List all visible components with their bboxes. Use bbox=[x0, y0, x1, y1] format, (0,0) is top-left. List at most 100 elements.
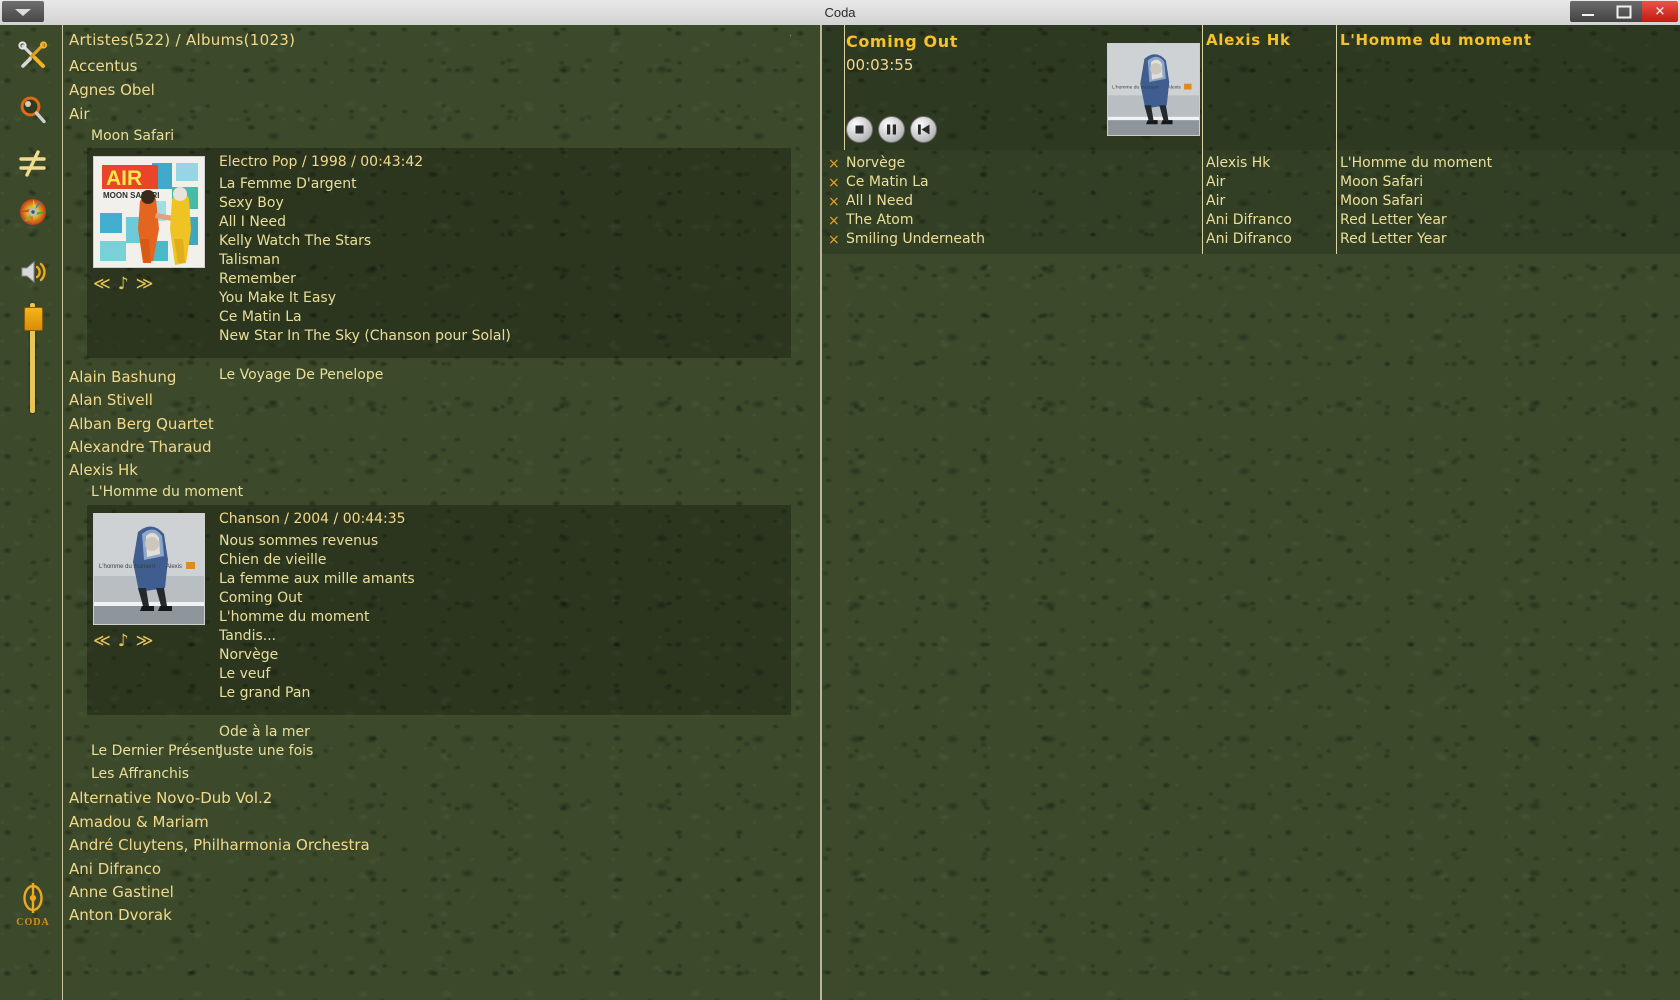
playlist-album-cell[interactable]: Red Letter Year bbox=[1340, 231, 1447, 247]
track-item[interactable]: Nous sommes revenus bbox=[219, 533, 378, 549]
window-titlebar: Coda ✕ bbox=[0, 0, 1680, 26]
minimize-button[interactable] bbox=[1570, 1, 1606, 22]
album-nav-controls[interactable]: ≪♪≫ bbox=[93, 631, 160, 651]
track-item[interactable]: Le veuf bbox=[219, 666, 270, 682]
track-item[interactable]: Kelly Watch The Stars bbox=[219, 233, 371, 249]
track-item[interactable]: L'homme du moment bbox=[219, 609, 369, 625]
playlist-album-cell[interactable]: L'Homme du moment bbox=[1340, 155, 1492, 171]
artist-row[interactable]: Alain Bashung bbox=[69, 368, 176, 386]
playlist-track-cell[interactable]: Ce Matin La bbox=[846, 174, 929, 190]
playlist-column-header-album[interactable]: L'Homme du moment bbox=[1340, 31, 1532, 49]
track-item[interactable]: Coming Out bbox=[219, 590, 302, 606]
playlist-track-cell[interactable]: The Atom bbox=[846, 212, 914, 228]
artist-row[interactable]: Alternative Novo-Dub Vol.2 bbox=[69, 789, 272, 807]
artist-row[interactable]: Anne Gastinel bbox=[69, 883, 174, 901]
now-playing-time: 00:03:55 bbox=[846, 56, 914, 74]
track-item[interactable]: Le grand Pan bbox=[219, 685, 310, 701]
track-item[interactable]: New Star In The Sky (Chanson pour Solal) bbox=[219, 328, 511, 344]
artist-row[interactable]: Amadou & Mariam bbox=[69, 813, 209, 831]
track-item[interactable]: Le Voyage De Penelope bbox=[219, 367, 383, 383]
playlist-track-cell[interactable]: Norvège bbox=[846, 155, 905, 171]
album-detail-panel: AIR MOON SAFARI ≪♪≫ Electro Pop / 1998 /… bbox=[87, 148, 791, 358]
album-play-icon[interactable]: ♪ bbox=[118, 274, 136, 294]
artist-row[interactable]: Agnes Obel bbox=[69, 81, 155, 99]
artist-row[interactable]: Alan Stivell bbox=[69, 391, 153, 409]
track-item[interactable]: Juste une fois bbox=[219, 743, 313, 759]
artist-row[interactable]: Air bbox=[69, 105, 90, 123]
svg-text:L'homme du moment: L'homme du moment bbox=[1112, 85, 1159, 91]
track-item[interactable]: Remember bbox=[219, 271, 296, 287]
svg-text:AIR: AIR bbox=[106, 167, 142, 190]
album-next-icon[interactable]: ≫ bbox=[136, 274, 161, 294]
playlist-artist-cell[interactable]: Ani Difranco bbox=[1206, 212, 1292, 228]
minimize-icon bbox=[1582, 13, 1594, 16]
equalizer-icon[interactable] bbox=[16, 147, 50, 181]
artist-row[interactable]: Alexandre Tharaud bbox=[69, 438, 212, 456]
track-item[interactable]: La Femme D'argent bbox=[219, 176, 357, 192]
track-item[interactable]: Chien de vieille bbox=[219, 552, 327, 568]
album-row[interactable]: L'Homme du moment bbox=[91, 484, 243, 500]
remove-track-icon[interactable]: × bbox=[828, 194, 840, 210]
album-row[interactable]: Les Affranchis bbox=[91, 766, 189, 782]
artist-row[interactable]: Ani Difranco bbox=[69, 860, 161, 878]
album-prev-icon[interactable]: ≪ bbox=[93, 631, 118, 651]
track-item[interactable]: All I Need bbox=[219, 214, 286, 230]
album-prev-icon[interactable]: ≪ bbox=[93, 274, 118, 294]
tools-icon[interactable] bbox=[16, 39, 50, 73]
player-pane: Coming Out 00:03:55 L'homme du moment Al… bbox=[822, 25, 1680, 1000]
pause-button[interactable] bbox=[878, 116, 905, 143]
playlist-album-cell[interactable]: Red Letter Year bbox=[1340, 212, 1447, 228]
artist-row[interactable]: Alban Berg Quartet bbox=[69, 415, 214, 433]
album-cover-art[interactable]: AIR MOON SAFARI bbox=[93, 156, 205, 268]
volume-slider-thumb[interactable] bbox=[24, 307, 43, 331]
artist-row[interactable]: Alexis Hk bbox=[69, 461, 138, 479]
remove-track-icon[interactable]: × bbox=[828, 175, 840, 191]
playlist-track-cell[interactable]: Smiling Underneath bbox=[846, 231, 985, 247]
artist-row[interactable]: Anton Dvorak bbox=[69, 906, 172, 924]
track-item[interactable]: Norvège bbox=[219, 647, 278, 663]
track-item[interactable]: Talisman bbox=[219, 252, 280, 268]
playlist-column-divider bbox=[844, 25, 845, 150]
close-button[interactable]: ✕ bbox=[1642, 1, 1678, 22]
remove-track-icon[interactable]: × bbox=[828, 213, 840, 229]
previous-button[interactable] bbox=[910, 116, 937, 143]
playlist-artist-cell[interactable]: Alexis Hk bbox=[1206, 155, 1270, 171]
album-row[interactable]: Le Dernier Présent bbox=[91, 743, 221, 759]
svg-text:L'homme du moment: L'homme du moment bbox=[99, 564, 156, 570]
now-playing-cover-art: L'homme du moment Alexis bbox=[1107, 43, 1200, 136]
album-row[interactable]: Moon Safari bbox=[91, 128, 174, 144]
track-item[interactable]: Ce Matin La bbox=[219, 309, 302, 325]
track-item[interactable]: Tandis... bbox=[219, 628, 276, 644]
track-item[interactable]: Sexy Boy bbox=[219, 195, 284, 211]
window-title: Coda bbox=[824, 5, 856, 20]
playlist-column-header-artist[interactable]: Alexis Hk bbox=[1206, 31, 1291, 49]
track-item[interactable]: Ode à la mer bbox=[219, 724, 310, 740]
search-icon[interactable] bbox=[16, 93, 50, 127]
speaker-icon[interactable] bbox=[16, 255, 50, 289]
remove-track-icon[interactable]: × bbox=[828, 156, 840, 172]
playlist-column-divider bbox=[1336, 25, 1337, 254]
album-nav-controls[interactable]: ≪♪≫ bbox=[93, 274, 160, 294]
stop-button[interactable] bbox=[846, 116, 873, 143]
playlist-track-cell[interactable]: All I Need bbox=[846, 193, 913, 209]
playlist-album-cell[interactable]: Moon Safari bbox=[1340, 193, 1423, 209]
refresh-icon[interactable]: ↻ bbox=[789, 31, 791, 52]
artist-row[interactable]: Accentus bbox=[69, 57, 137, 75]
album-cover-art[interactable]: L'homme du moment Alexis bbox=[93, 513, 205, 625]
library-header: Artistes(522) / Albums(1023) bbox=[69, 31, 296, 49]
maximize-button[interactable] bbox=[1606, 1, 1642, 22]
album-next-icon[interactable]: ≫ bbox=[136, 631, 161, 651]
coda-logo: CODA bbox=[14, 880, 52, 928]
playlist-column-divider bbox=[1202, 25, 1203, 254]
playlist-album-cell[interactable]: Moon Safari bbox=[1340, 174, 1423, 190]
close-icon: ✕ bbox=[1654, 4, 1666, 19]
album-play-icon[interactable]: ♪ bbox=[118, 631, 136, 651]
playlist-artist-cell[interactable]: Ani Difranco bbox=[1206, 231, 1292, 247]
remove-track-icon[interactable]: × bbox=[828, 232, 840, 248]
playlist-artist-cell[interactable]: Air bbox=[1206, 174, 1225, 190]
disc-icon[interactable] bbox=[16, 195, 50, 229]
artist-row[interactable]: André Cluytens, Philharmonia Orchestra bbox=[69, 836, 370, 854]
track-item[interactable]: You Make It Easy bbox=[219, 290, 336, 306]
playlist-artist-cell[interactable]: Air bbox=[1206, 193, 1225, 209]
track-item[interactable]: La femme aux mille amants bbox=[219, 571, 415, 587]
